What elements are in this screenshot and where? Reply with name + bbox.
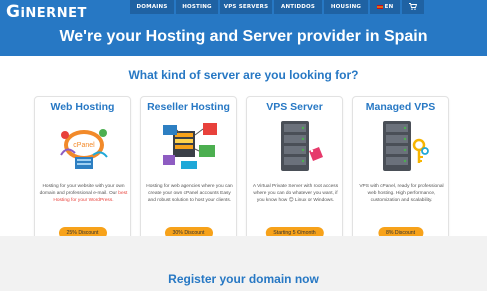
top-nav: DOMAINS HOSTING VPS SERVERS ANTIDDOS HOU… — [130, 0, 424, 14]
nav-language-label: EN — [384, 4, 394, 10]
nav-cart[interactable] — [402, 0, 424, 14]
card-description: Hosting for your website with your own d… — [39, 184, 128, 203]
nav-antiddos[interactable]: ANTIDDOS — [274, 0, 322, 14]
card-reseller-hosting[interactable]: Reseller Hosting Hosting for web agencie… — [140, 96, 237, 244]
ginernet-logo[interactable]: GiNERNET — [6, 2, 87, 22]
svg-text:cPanel: cPanel — [73, 142, 95, 149]
nav-language[interactable]: EN — [370, 0, 400, 14]
register-domain-title: Register your domain now — [168, 272, 319, 286]
nav-hosting[interactable]: HOSTING — [176, 0, 218, 14]
flag-icon — [376, 4, 383, 9]
card-web-hosting[interactable]: Web Hosting cPanel Hosting for your webs… — [34, 96, 131, 244]
hero-banner: GiNERNET DOMAINS HOSTING VPS SERVERS ANT… — [0, 0, 487, 56]
card-vps-server[interactable]: VPS Server A Virtual Private Server with… — [246, 96, 343, 244]
managed-vps-illustration-icon — [371, 115, 433, 177]
card-title[interactable]: Managed VPS — [353, 101, 448, 113]
nav-domains[interactable]: DOMAINS — [130, 0, 174, 14]
reseller-hosting-illustration-icon — [159, 115, 221, 177]
card-description: VPS with cPanel, ready for professional … — [359, 184, 444, 203]
vps-server-illustration-icon — [265, 115, 327, 177]
card-description: A Virtual Private Server with root acces… — [252, 184, 339, 203]
nav-vps-servers[interactable]: VPS SERVERS — [220, 0, 272, 14]
card-title[interactable]: VPS Server — [247, 101, 342, 113]
card-description: Hosting for web agencies where you can c… — [146, 184, 233, 203]
card-managed-vps[interactable]: Managed VPS VPS with cPanel, ready for p… — [352, 96, 449, 244]
web-hosting-illustration-icon: cPanel — [53, 115, 115, 177]
card-title[interactable]: Web Hosting — [35, 101, 130, 113]
cart-icon — [409, 3, 418, 10]
hero-title: We're your Hosting and Server provider i… — [59, 28, 428, 45]
card-title[interactable]: Reseller Hosting — [141, 101, 236, 113]
section-title: What kind of server are you looking for? — [128, 68, 359, 82]
nav-housing[interactable]: HOUSING — [324, 0, 368, 14]
